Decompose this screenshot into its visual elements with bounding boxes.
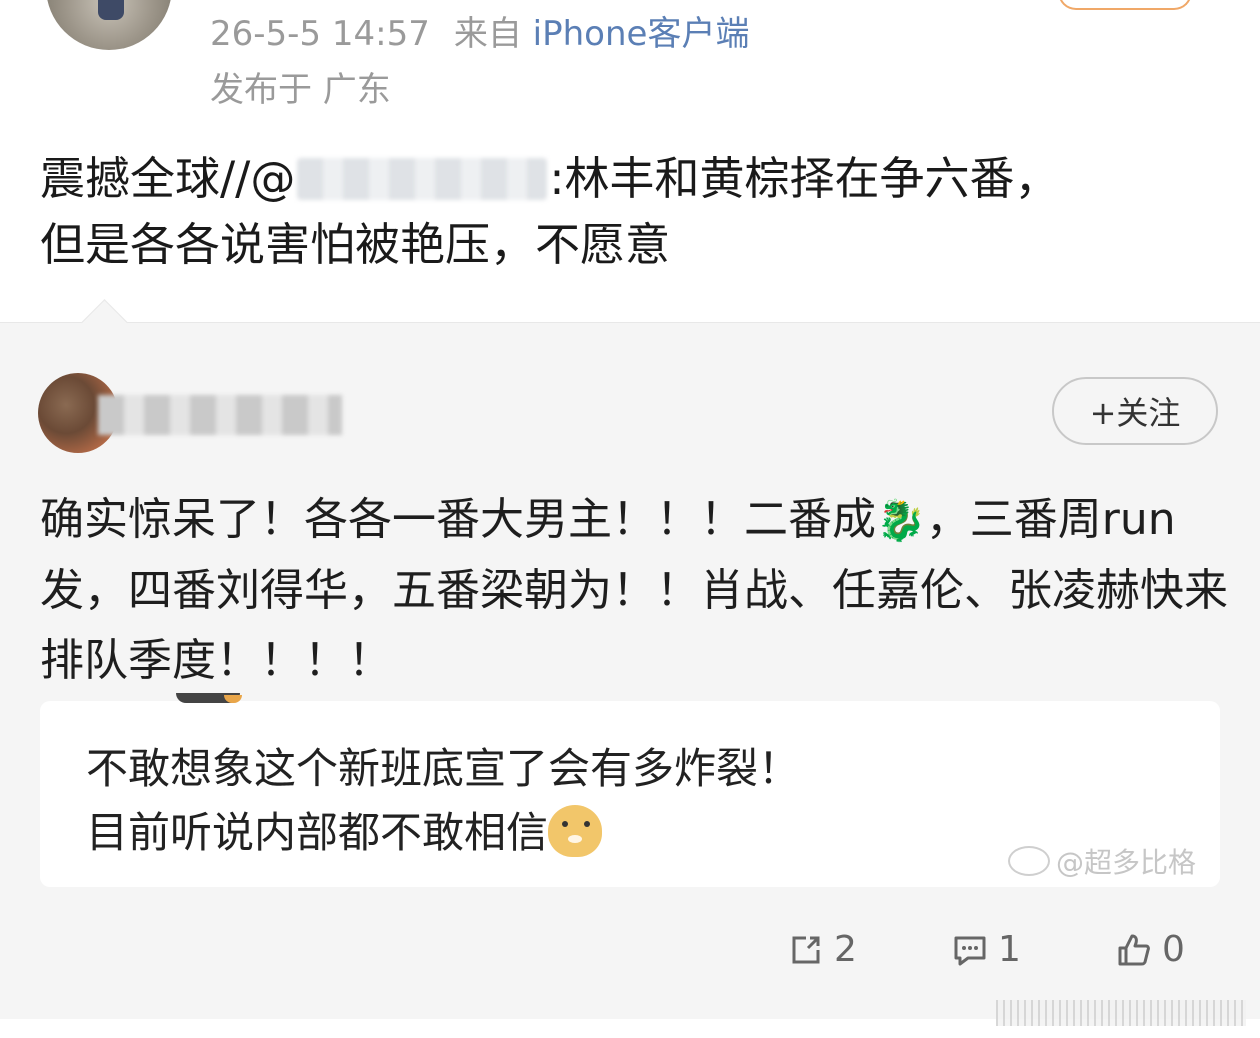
post-body: 震撼全球//@ :林丰和黄棕择在争六番， 但是各各说害怕被艳压，不愿意 <box>40 146 1230 278</box>
repost-action[interactable]: 2 <box>786 929 857 970</box>
quoted-comment-text: 不敢想象这个新班底宣了会有多炸裂！ 目前听说内部都不敢相信 <box>86 737 800 865</box>
repost-section: +关注 确实惊呆了！各各一番大男主！！！二番成🐉，三番周run发，四番刘得华，五… <box>0 299 1260 1020</box>
scroll-indicator <box>996 1000 1246 1026</box>
blurred-mention[interactable] <box>297 158 548 200</box>
comment-count: 1 <box>998 929 1021 970</box>
post-meta: 26-5-5 14:57 来自 iPhone客户端 <box>210 6 749 55</box>
weibo-watermark: @超多比格 <box>1008 841 1196 881</box>
doge-icon <box>548 805 603 857</box>
client-link[interactable]: iPhone客户端 <box>533 14 750 54</box>
original-post: 26-5-5 14:57 来自 iPhone客户端 发布于 广东 震撼全球//@:… <box>0 0 1260 322</box>
post-text-before: 震撼全球//@ <box>40 152 296 205</box>
repost-icon <box>792 936 820 963</box>
weibo-logo-icon <box>1008 846 1050 876</box>
post-date: 26-5-5 14:57 <box>210 14 430 54</box>
comment-action[interactable]: 1 <box>950 929 1021 970</box>
like-action[interactable]: 0 <box>1114 929 1185 970</box>
post-location: 发布于 广东 <box>210 70 391 110</box>
post-text-after: :林丰和黄棕择在争六番， <box>549 152 1060 205</box>
repost-text-part1: 确实惊呆了！各各一番大男主！！！二番成 <box>40 494 876 545</box>
watermark-text: @超多比格 <box>1056 846 1197 879</box>
dragon-icon: 🐉 <box>876 498 926 544</box>
blurred-username[interactable] <box>98 395 342 435</box>
comment-icon <box>954 936 986 965</box>
author-avatar[interactable] <box>46 0 172 50</box>
like-count: 0 <box>1162 929 1185 970</box>
action-bar: 2 1 0 <box>0 923 1260 983</box>
thumbs-up-icon <box>1118 934 1150 965</box>
follow-button[interactable]: +关注 <box>1052 377 1218 445</box>
repost-count: 2 <box>834 929 857 970</box>
quote-line-2: 目前听说内部都不敢相信 <box>86 808 549 857</box>
post-text-line2: 但是各各说害怕被艳压，不愿意 <box>40 218 671 271</box>
quote-line-1: 不敢想象这个新班底宣了会有多炸裂！ <box>86 744 801 793</box>
follow-button-top[interactable] <box>1058 0 1192 10</box>
repost-body: 确实惊呆了！各各一番大男主！！！二番成🐉，三番周run发，四番刘得华，五番梁朝为… <box>40 485 1240 696</box>
from-label: 来自 <box>453 14 522 54</box>
